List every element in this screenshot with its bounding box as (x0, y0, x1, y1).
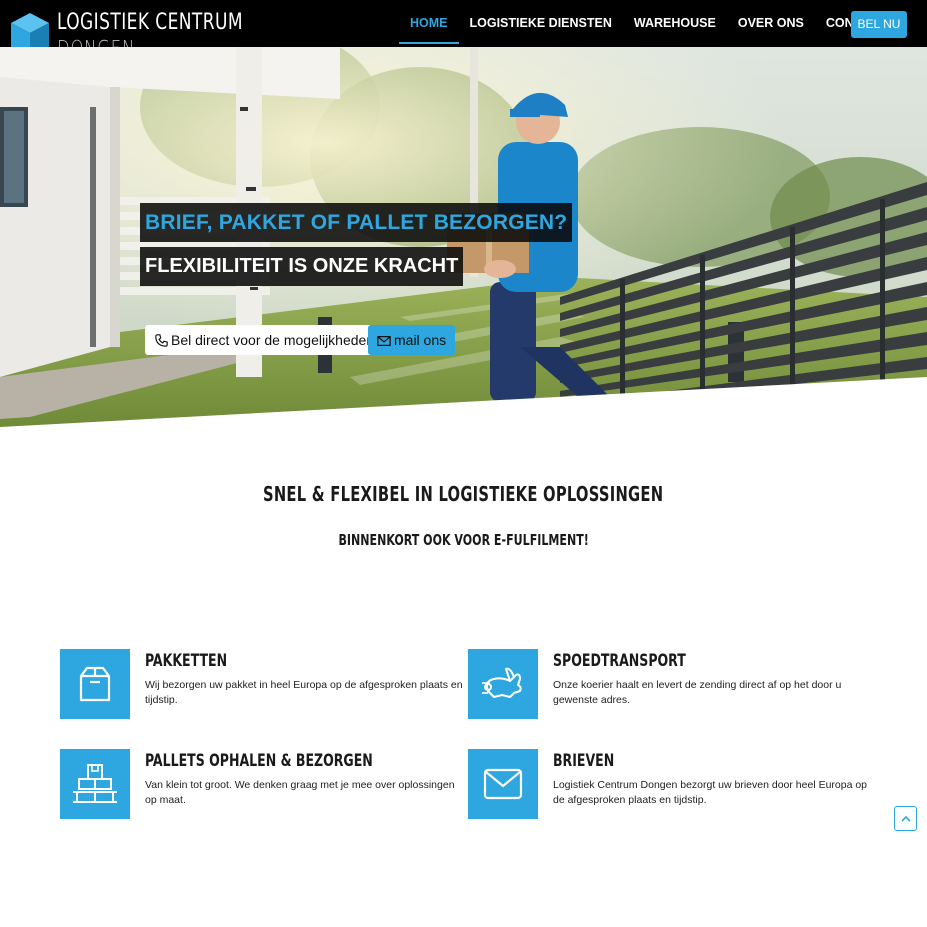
hero-subheadline: FLEXIBILITEIT IS ONZE KRACHT (140, 247, 464, 286)
rabbit-icon (468, 649, 538, 719)
section-title: SNEL & FLEXIBEL IN LOGISTIEKE OPLOSSINGE… (263, 482, 664, 506)
chevron-up-icon (900, 815, 911, 822)
nav-over-ons[interactable]: OVER ONS (727, 0, 815, 44)
service-title: PALLETS OPHALEN & BEZORGEN (145, 751, 373, 771)
call-button[interactable]: Bel direct voor de mogelijkheden (145, 325, 385, 355)
service-pakketten: PAKKETTEN Wij bezorgen uw pakket in heel… (60, 649, 463, 721)
service-title: BRIEVEN (553, 751, 615, 771)
section-subtitle: BINNENKORT OOK VOOR E-FULFILMENT! (338, 531, 589, 549)
scroll-to-top-button[interactable] (894, 806, 917, 831)
bel-nu-button[interactable]: BEL NU (851, 11, 907, 38)
nav-home[interactable]: HOME (399, 0, 459, 44)
service-brieven: BRIEVEN Logistiek Centrum Dongen bezorgt… (468, 749, 868, 821)
service-description: Van klein tot groot. We denken graag met… (145, 779, 455, 806)
hero-headline: BRIEF, PAKKET OF PALLET BEZORGEN? (140, 203, 573, 242)
mail-button-label: mail ons (394, 332, 447, 348)
pallet-icon (60, 749, 130, 819)
service-title: PAKKETTEN (145, 651, 228, 671)
hero-banner: BRIEF, PAKKET OF PALLET BEZORGEN? FLEXIB… (0, 47, 927, 427)
envelope-icon (468, 749, 538, 819)
phone-icon (155, 334, 168, 347)
call-button-label: Bel direct voor de mogelijkheden (171, 332, 375, 348)
logo-title: LOGISTIEK CENTRUM (57, 10, 244, 35)
envelope-icon (377, 336, 391, 346)
service-title: SPOEDTRANSPORT (553, 651, 686, 671)
main-nav: HOME LOGISTIEKE DIENSTEN WAREHOUSE OVER … (399, 0, 897, 44)
service-description: Logistiek Centrum Dongen bezorgt uw brie… (553, 779, 868, 806)
service-pallets: PALLETS OPHALEN & BEZORGEN Van klein tot… (60, 749, 460, 821)
nav-logistieke-diensten[interactable]: LOGISTIEKE DIENSTEN (459, 0, 623, 44)
package-icon (60, 649, 130, 719)
service-spoedtransport: SPOEDTRANSPORT Onze koerier haalt en lev… (468, 649, 868, 721)
nav-warehouse[interactable]: WAREHOUSE (623, 0, 727, 44)
service-description: Wij bezorgen uw pakket in heel Europa op… (145, 679, 463, 706)
mail-button[interactable]: mail ons (368, 325, 456, 355)
service-description: Onze koerier haalt en levert de zending … (553, 679, 842, 706)
